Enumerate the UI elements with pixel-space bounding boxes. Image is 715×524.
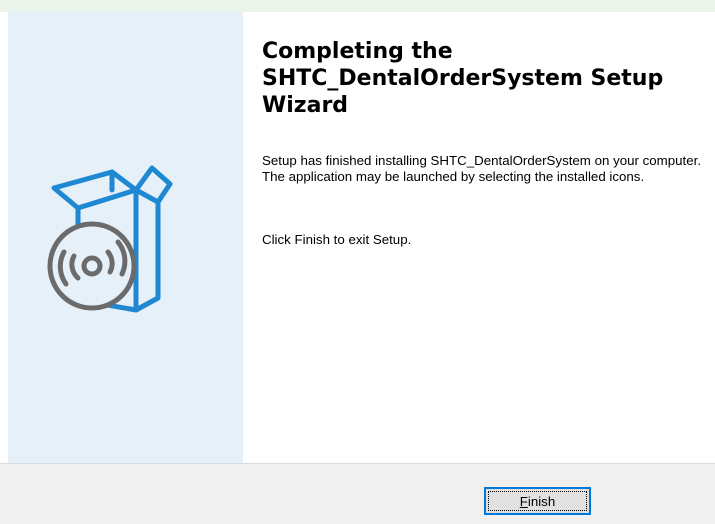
software-box-with-disc-icon [47,165,173,313]
left-edge [0,12,8,463]
button-bar [0,463,715,524]
completion-message: Setup has finished installing SHTC_Denta… [262,153,702,184]
page-title: Completing the SHTC_DentalOrderSystem Se… [262,39,664,118]
window-top-strip [0,0,715,12]
exit-instruction: Click Finish to exit Setup. [262,232,412,247]
setup-wizard-window: Completing the SHTC_DentalOrderSystem Se… [0,0,715,524]
focus-ring [488,491,587,511]
wizard-heading-area: Completing the SHTC_DentalOrderSystem Se… [262,38,702,119]
finish-button[interactable]: Finish [484,487,591,515]
